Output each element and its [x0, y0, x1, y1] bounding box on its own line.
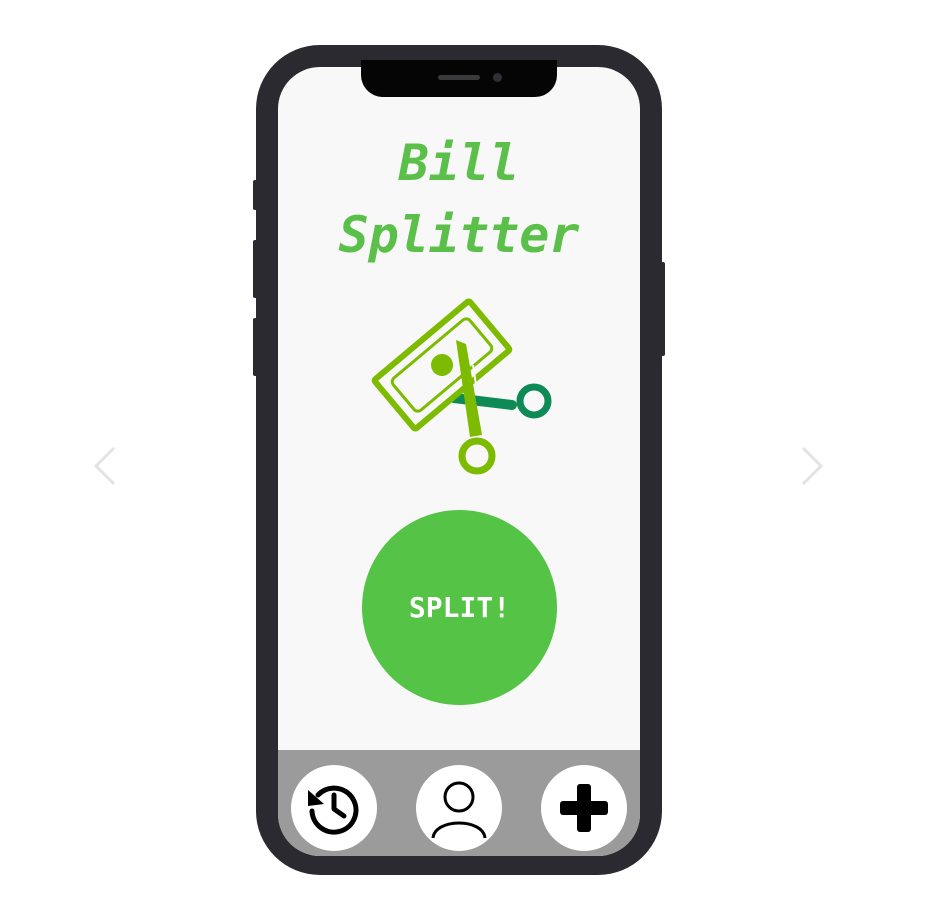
plus-icon — [560, 784, 608, 832]
user-profile-icon — [431, 781, 487, 839]
split-button[interactable]: SPLIT! — [362, 510, 557, 705]
chevron-right-icon — [801, 446, 824, 486]
bottom-navigation-bar — [278, 750, 640, 856]
front-camera — [493, 73, 502, 82]
phone-screen: Bill Splitter SPLIT! — [278, 67, 640, 856]
speaker-grille — [438, 75, 480, 80]
previous-slide-arrow[interactable] — [90, 446, 120, 486]
app-title: Bill Splitter — [278, 127, 640, 271]
phone-volume-down — [253, 318, 258, 376]
profile-button[interactable] — [416, 765, 502, 851]
phone-notch — [361, 60, 557, 97]
add-button[interactable] — [541, 765, 627, 851]
app-title-line-1: Bill — [398, 134, 520, 192]
chevron-left-icon — [93, 446, 116, 486]
money-scissors-icon — [362, 295, 562, 489]
app-title-line-2: Splitter — [338, 206, 580, 264]
history-button[interactable] — [291, 765, 377, 851]
phone-mute-switch — [253, 180, 258, 210]
phone-power-button — [660, 262, 665, 356]
next-slide-arrow[interactable] — [797, 446, 827, 486]
history-clock-icon — [308, 785, 359, 835]
phone-volume-up — [253, 240, 258, 298]
